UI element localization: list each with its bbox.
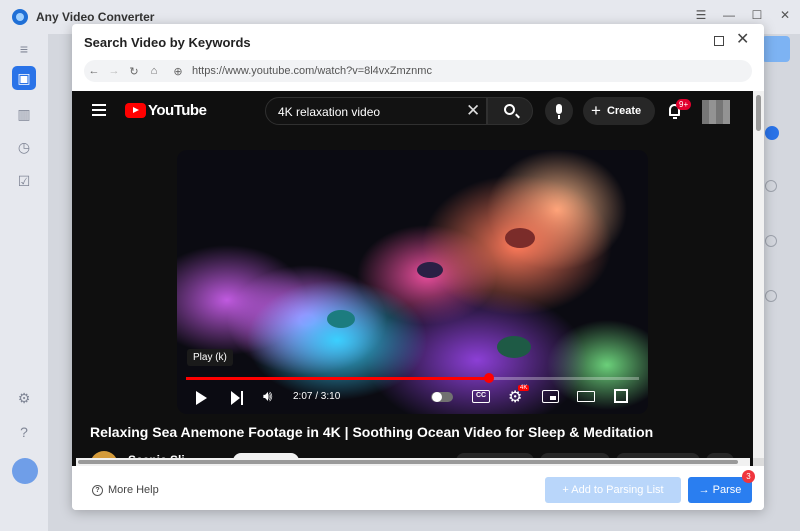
search-video-dialog: Search Video by Keywords ✕ ← → ↻ ⌂ ⊕ htt… [72,24,764,510]
plus-icon: + [591,101,601,120]
video-player[interactable]: Play (k) 🔊︎ 2:07 / 3:10 CC ⚙ 4K [177,150,648,414]
volume-icon[interactable]: 🔊︎ [263,388,272,405]
sidebar-settings-icon[interactable]: ⚙ [14,388,34,408]
youtube-header: YouTube 4K relaxation video ✕ + Create 9 [72,91,764,131]
close-icon[interactable]: ✕ [778,8,792,22]
app-sidebar: ≡ ▣ ▥ ◷ ☑ ⚙ ? [0,34,48,531]
dialog-footer: ? More Help + Add to Parsing List → Pars… [72,466,764,510]
more-help-label: More Help [108,484,159,496]
fullscreen-icon[interactable] [614,389,628,403]
progress-fill [186,377,489,380]
video-title: Relaxing Sea Anemone Footage in 4K | Soo… [90,424,654,440]
autoplay-toggle[interactable] [431,392,453,402]
create-label: Create [606,105,642,117]
search-query-text: 4K relaxation video [278,105,381,119]
miniplayer-icon[interactable] [542,390,559,403]
bell-clapper [673,117,677,119]
sidebar-library-icon[interactable]: ▥ [14,104,34,124]
sidebar-download-icon[interactable]: ▣ [12,66,36,90]
search-icon [504,104,515,115]
anemone-center [327,310,355,328]
sidebar-tasks-icon[interactable]: ☑ [14,171,34,191]
maximize-icon[interactable]: ☐ [750,8,764,22]
progress-bar[interactable] [186,373,639,383]
dialog-title: Search Video by Keywords [84,35,251,50]
dialog-maximize-icon[interactable] [714,36,724,46]
captions-icon[interactable]: CC [472,390,490,403]
app-title: Any Video Converter [36,10,155,24]
browser-viewport: YouTube 4K relaxation video ✕ + Create 9 [72,91,764,466]
vertical-scrollbar[interactable] [753,91,764,466]
youtube-logo-text: YouTube [148,102,207,119]
menu-icon[interactable]: ☰ [694,8,708,22]
sidebar-history-icon[interactable]: ◷ [14,137,34,157]
address-bar[interactable]: ← → ↻ ⌂ ⊕ https://www.youtube.com/watch?… [84,60,752,82]
account-avatar[interactable] [702,100,730,124]
notification-badge: 9+ [676,99,692,110]
create-button[interactable]: + Create [583,97,655,125]
background-radio [765,290,777,302]
user-avatar[interactable] [12,458,38,484]
home-icon[interactable]: ⌂ [144,65,164,77]
sidebar-menu-icon[interactable]: ≡ [14,39,34,59]
anemone-center [497,336,531,358]
more-help-link[interactable]: ? More Help [92,484,159,496]
quality-badge: 4K [518,385,530,391]
app-logo-icon [12,9,28,25]
dialog-header: Search Video by Keywords ✕ [72,24,764,60]
theater-mode-icon[interactable] [577,391,595,402]
anemone-center [505,228,535,248]
voice-search-button[interactable] [545,97,573,125]
youtube-play-icon [125,103,146,118]
anemone-center [417,262,443,278]
parse-button[interactable]: → Parse [688,477,752,503]
play-tooltip: Play (k) [187,349,233,366]
next-video-icon[interactable] [231,391,240,405]
reload-icon[interactable]: ↻ [124,65,144,78]
back-arrow-icon[interactable]: ← [84,65,104,77]
dialog-close-icon[interactable]: ✕ [736,32,749,48]
globe-icon: ⊕ [173,65,183,78]
time-display: 2:07 / 3:10 [293,391,341,402]
youtube-search-button[interactable] [487,97,533,125]
clear-search-icon[interactable]: ✕ [466,101,480,121]
url-text[interactable]: https://www.youtube.com/watch?v=8l4vxZmz… [192,65,432,77]
youtube-logo[interactable]: YouTube [125,102,207,119]
vertical-scroll-thumb[interactable] [756,95,761,131]
microphone-icon [556,104,562,114]
horizontal-scrollbar[interactable] [76,458,750,466]
play-icon[interactable] [196,391,207,405]
background-radio [765,180,777,192]
next-video-bar [241,391,243,405]
sidebar-help-icon[interactable]: ? [14,422,34,442]
youtube-search-input[interactable]: 4K relaxation video ✕ [265,97,487,125]
parse-count-badge: 3 [742,470,755,483]
microphone-stand [558,115,560,119]
help-circle-icon: ? [92,484,103,496]
background-radio [765,235,777,247]
progress-scrubber[interactable] [483,373,494,383]
minimize-icon[interactable]: — [722,8,736,22]
horizontal-scroll-thumb[interactable] [78,460,738,464]
forward-arrow-icon[interactable]: → [104,65,124,77]
add-to-parsing-list-button[interactable]: + Add to Parsing List [545,477,681,503]
scrollbar-corner [753,458,764,466]
hamburger-menu-icon[interactable] [92,104,106,116]
background-action-button [762,36,790,62]
background-check-icon [765,126,779,140]
window-controls: ☰ — ☐ ✕ [694,8,792,22]
